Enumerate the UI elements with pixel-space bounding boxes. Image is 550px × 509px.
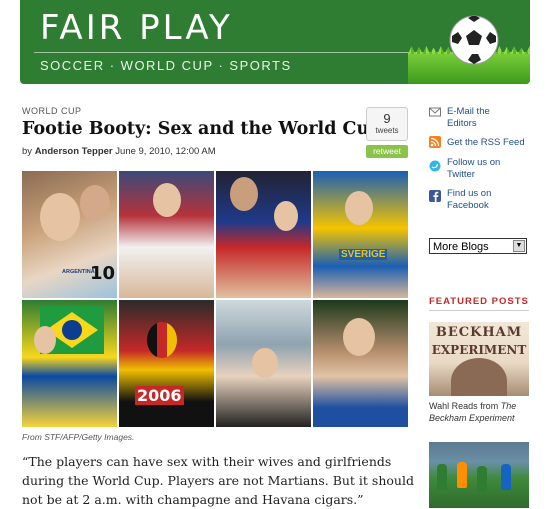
facebook-icon[interactable]	[429, 190, 441, 202]
fan-face	[230, 177, 258, 211]
retweet-button[interactable]: retweet	[366, 145, 408, 158]
shirt-2006-label: 2006	[135, 386, 184, 405]
jersey-number: 10	[90, 263, 116, 284]
photo-fan-germany: 2006	[119, 300, 214, 427]
fan-face	[80, 185, 110, 221]
photo-fan-brazil	[22, 300, 117, 427]
fan-face	[34, 326, 56, 354]
featured-posts-heading: FEATURED POSTS	[429, 296, 529, 307]
photo-fan-blue-yellow	[313, 300, 408, 427]
player-figure	[457, 462, 467, 488]
beckham-portrait	[451, 358, 507, 396]
twitter-icon[interactable]	[429, 160, 441, 172]
player-figure	[501, 464, 511, 490]
article-headline[interactable]: Footie Booty: Sex and the World Cup	[22, 119, 381, 139]
facebook-link[interactable]: Find us on Facebook	[447, 188, 517, 211]
blog-title[interactable]: FAIR PLAY	[40, 8, 233, 48]
blog-subtitle: SOCCER · WORLD CUP · SPORTS	[40, 58, 292, 73]
photo-fan-usa	[119, 171, 214, 298]
photo-fan-sweden: SVERIGE	[313, 171, 408, 298]
article-date: June 9, 2010, 12:00 AM	[115, 146, 216, 157]
player-figure	[437, 464, 447, 490]
fan-face	[153, 183, 181, 217]
photo-fan-argentina: ARGENTINA 10	[22, 171, 117, 298]
more-blogs-value: More Blogs	[433, 241, 489, 253]
tweet-count: 9	[383, 111, 391, 126]
chevron-down-icon[interactable]: ▼	[513, 240, 525, 252]
fan-face	[343, 318, 375, 356]
painted-face	[147, 322, 177, 358]
player-figure	[477, 466, 487, 492]
more-blogs-dropdown[interactable]: More Blogs ▼	[429, 238, 527, 254]
featured-divider	[429, 310, 529, 311]
featured-image-subtitle: EXPERIMENT	[431, 343, 527, 357]
tweet-counter[interactable]: 9 tweets	[366, 107, 408, 141]
rss-icon[interactable]	[429, 136, 441, 148]
rss-feed-link[interactable]: Get the RSS Feed	[447, 137, 537, 149]
sverige-label: SVERIGE	[339, 249, 388, 260]
featured-caption-text: Wahl Reads from	[429, 401, 501, 411]
fan-face	[274, 201, 298, 231]
tweet-label: tweets	[375, 126, 399, 135]
article-byline: by Anderson Tepper June 9, 2010, 12:00 A…	[22, 146, 216, 157]
article-quote: “The players can have sex with their wiv…	[22, 454, 414, 507]
featured-post-link[interactable]: Wahl Reads from The Beckham Experiment	[429, 401, 539, 424]
photo-caption: From STF/AFP/Getty Images.	[22, 432, 135, 442]
twitter-link[interactable]: Follow us on Twitter	[447, 157, 517, 180]
article-photo-collage: ARGENTINA 10 SVERIGE 2006	[22, 171, 408, 427]
byline-prefix: by	[22, 146, 33, 157]
blog-banner[interactable]: FAIR PLAY SOCCER · WORLD CUP · SPORTS	[20, 0, 530, 84]
featured-post-image[interactable]: BECKHAM EXPERIMENT	[429, 322, 529, 396]
fan-face	[345, 191, 373, 225]
email-icon[interactable]	[429, 106, 441, 118]
banner-divider	[34, 52, 434, 53]
photo-fan-australia	[216, 171, 311, 298]
soccer-ball-icon	[449, 15, 499, 65]
featured-image-title: BECKHAM	[435, 325, 523, 340]
fan-face	[40, 193, 80, 241]
photo-fan-cheering	[216, 300, 311, 427]
fan-face	[252, 348, 278, 378]
featured-post-image-2[interactable]	[429, 442, 529, 508]
email-editors-link[interactable]: E-Mail the Editors	[447, 106, 517, 129]
author-link[interactable]: Anderson Tepper	[35, 146, 113, 157]
article-category[interactable]: WORLD CUP	[22, 106, 82, 116]
